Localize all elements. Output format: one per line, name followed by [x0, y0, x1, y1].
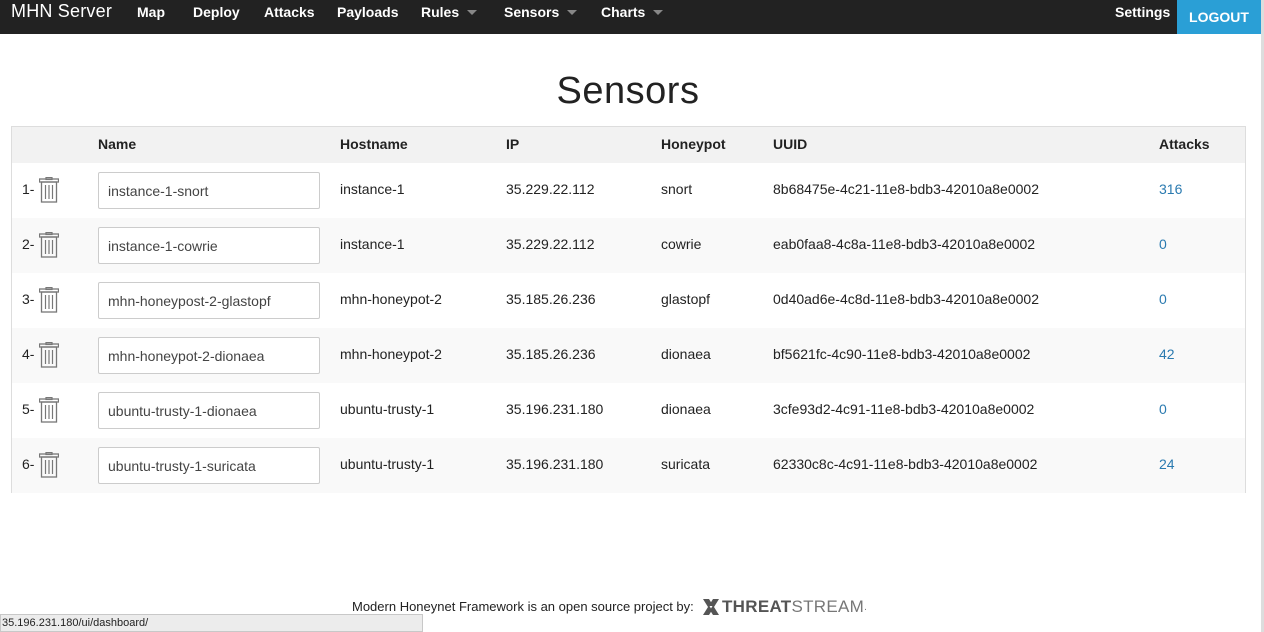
nav-item-attacks[interactable]: Attacks [264, 0, 315, 26]
table-header: Name Hostname IP Honeypot UUID Attacks [12, 127, 1245, 163]
row-number: 4- [22, 346, 35, 362]
header-hostname: Hostname [340, 136, 408, 152]
honeypot-cell: dionaea [661, 346, 711, 362]
table-row: 2- instance-1 35.229.22.112 cowrie eab0f… [12, 218, 1245, 273]
nav-item-sensors[interactable]: Sensors [504, 0, 578, 26]
nav-item-map[interactable]: Map [137, 0, 165, 26]
sensor-name-input[interactable] [98, 227, 320, 264]
header-uuid: UUID [773, 136, 808, 152]
browser-status-url: 35.196.231.180/ui/dashboard/ [0, 614, 423, 632]
hostname-cell: mhn-honeypot-2 [340, 291, 442, 307]
ip-cell: 35.185.26.236 [506, 346, 596, 362]
header-name: Name [98, 136, 137, 152]
threatstream-logo[interactable]: THREAT STREAM . [702, 596, 867, 618]
row-number: 1- [22, 181, 35, 197]
trash-icon[interactable] [39, 342, 59, 368]
nav-item-deploy[interactable]: Deploy [193, 0, 240, 26]
nav-item-settings[interactable]: Settings [1115, 0, 1170, 26]
uuid-cell: 62330c8c-4c91-11e8-bdb3-42010a8e0002 [773, 456, 1038, 472]
trash-icon[interactable] [39, 397, 59, 423]
attacks-link[interactable]: 24 [1159, 456, 1175, 472]
nav-item-charts-label: Charts [601, 4, 646, 20]
top-navbar: MHN Server Map Deploy Attacks Payloads R… [0, 0, 1264, 34]
sensor-name-input[interactable] [98, 447, 320, 484]
caret-down-icon [567, 10, 578, 15]
row-number: 3- [22, 291, 35, 307]
table-row: 5- ubuntu-trusty-1 35.196.231.180 dionae… [12, 383, 1245, 438]
nav-item-sensors-label: Sensors [504, 4, 560, 20]
logo-stream-text: STREAM [791, 597, 865, 616]
attacks-link[interactable]: 0 [1159, 401, 1167, 417]
caret-down-icon [467, 10, 478, 15]
header-honeypot: Honeypot [661, 136, 726, 152]
header-attacks: Attacks [1159, 136, 1210, 152]
uuid-cell: 8b68475e-4c21-11e8-bdb3-42010a8e0002 [773, 181, 1039, 197]
sensor-name-input[interactable] [98, 282, 320, 319]
threatstream-x-icon [703, 599, 719, 615]
ip-cell: 35.229.22.112 [506, 236, 595, 252]
nav-item-charts[interactable]: Charts [601, 0, 664, 26]
ip-cell: 35.229.22.112 [506, 181, 595, 197]
sensors-table: Name Hostname IP Honeypot UUID Attacks 1… [11, 126, 1246, 493]
trash-icon[interactable] [39, 177, 59, 203]
honeypot-cell: snort [661, 181, 693, 197]
row-number: 6- [22, 456, 35, 472]
hostname-cell: ubuntu-trusty-1 [340, 401, 435, 417]
attacks-link[interactable]: 42 [1159, 346, 1175, 362]
trash-icon[interactable] [39, 287, 59, 313]
ip-cell: 35.185.26.236 [506, 291, 596, 307]
table-row: 3- mhn-honeypot-2 35.185.26.236 glastopf… [12, 273, 1245, 328]
uuid-cell: 0d40ad6e-4c8d-11e8-bdb3-42010a8e0002 [773, 291, 1039, 307]
attacks-link[interactable]: 0 [1159, 236, 1167, 252]
hostname-cell: instance-1 [340, 181, 405, 197]
brand-link[interactable]: MHN Server [11, 0, 112, 26]
logout-button[interactable]: LOGOUT [1177, 0, 1261, 34]
uuid-cell: eab0faa8-4c8a-11e8-bdb3-42010a8e0002 [773, 236, 1036, 252]
honeypot-cell: suricata [661, 456, 711, 472]
trash-icon[interactable] [39, 232, 59, 258]
hostname-cell: instance-1 [340, 236, 405, 252]
nav-item-payloads[interactable]: Payloads [337, 0, 398, 26]
uuid-cell: bf5621fc-4c90-11e8-bdb3-42010a8e0002 [773, 346, 1031, 362]
trash-icon[interactable] [39, 452, 59, 478]
hostname-cell: mhn-honeypot-2 [340, 346, 442, 362]
footer-text: Modern Honeynet Framework is an open sou… [352, 599, 694, 614]
header-ip: IP [506, 136, 520, 152]
sensor-name-input[interactable] [98, 392, 320, 429]
honeypot-cell: cowrie [661, 236, 702, 252]
sensor-name-input[interactable] [98, 337, 320, 374]
ip-cell: 35.196.231.180 [506, 401, 604, 417]
sensor-name-input[interactable] [98, 172, 320, 209]
caret-down-icon [653, 10, 664, 15]
attacks-link[interactable]: 316 [1159, 181, 1182, 197]
page-title: Sensors [556, 70, 700, 112]
table-row: 6- ubuntu-trusty-1 35.196.231.180 surica… [12, 438, 1245, 493]
logo-threat-text: THREAT [722, 597, 792, 616]
ip-cell: 35.196.231.180 [506, 456, 604, 472]
hostname-cell: ubuntu-trusty-1 [340, 456, 435, 472]
attacks-link[interactable]: 0 [1159, 291, 1167, 307]
row-number: 5- [22, 401, 35, 417]
table-row: 1- instance-1 35.229.22.112 snort 8b6847… [12, 163, 1245, 218]
honeypot-cell: dionaea [661, 401, 711, 417]
logo-dot: . [864, 601, 867, 613]
row-number: 2- [22, 236, 35, 252]
table-row: 4- mhn-honeypot-2 35.185.26.236 dionaea … [12, 328, 1245, 383]
nav-item-rules-label: Rules [421, 4, 460, 20]
honeypot-cell: glastopf [661, 291, 711, 307]
nav-item-rules[interactable]: Rules [421, 0, 478, 26]
uuid-cell: 3cfe93d2-4c91-11e8-bdb3-42010a8e0002 [773, 401, 1035, 417]
